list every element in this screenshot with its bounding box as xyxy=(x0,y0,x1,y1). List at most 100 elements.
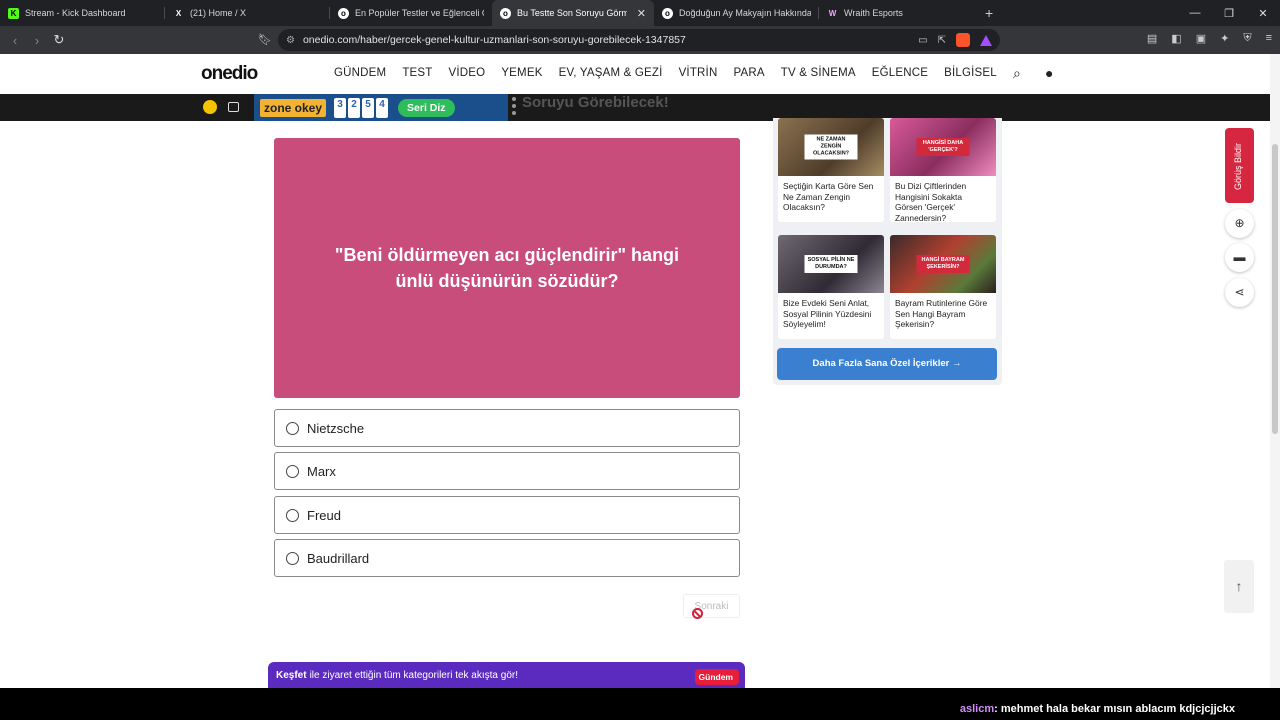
nav-item-video[interactable]: VİDEO xyxy=(449,67,486,79)
discover-bold: Keşfet xyxy=(276,669,307,681)
card-thumbnail: SOSYAL PİLİN NE DURUMDA? xyxy=(778,235,884,293)
close-tab-icon[interactable]: ✕ xyxy=(637,7,646,20)
tile: 5 xyxy=(362,97,375,118)
discover-bar[interactable]: Keşfet ile ziyaret ettiğin tüm kategoril… xyxy=(268,662,745,688)
thumbnail-caption: SOSYAL PİLİN NE DURUMDA? xyxy=(804,255,858,273)
feedback-tab[interactable]: Görüş Bildir xyxy=(1225,128,1254,203)
card-title: Bize Evdeki Seni Anlat, Sosyal Pilinin Y… xyxy=(783,298,872,329)
thumbnail-caption: HANGİSİ DAHA 'GERÇEK'? xyxy=(916,138,970,156)
recommendation-card[interactable]: SOSYAL PİLİN NE DURUMDA? Bize Evdeki Sen… xyxy=(778,235,884,339)
game-icon[interactable] xyxy=(228,102,239,112)
browser-tools: ▤ ◧ ▣ ✦ ⛨ ≡ xyxy=(1147,32,1272,45)
tab-title: Bu Testte Son Soruyu Görmek Ç xyxy=(517,8,627,18)
nav-item-vitrin[interactable]: VİTRİN xyxy=(679,67,718,79)
card-thumbnail: HANGİ BAYRAM ŞEKERİSİN? xyxy=(890,235,996,293)
ad-banner[interactable]: zone okey 3 2 5 4 Seri Diz xyxy=(254,94,508,121)
browser-tab[interactable]: o Doğduğun Ay Makyajın Hakkında İpu xyxy=(654,0,819,26)
nav-item-yemek[interactable]: YEMEK xyxy=(501,67,542,79)
reader-icon[interactable]: ▤ xyxy=(1147,32,1157,45)
radio-icon[interactable] xyxy=(286,551,299,565)
vpn-icon[interactable]: ⛨ xyxy=(1243,32,1251,45)
nav-item-ev-yasam-gezi[interactable]: EV, YAŞAM & GEZİ xyxy=(559,67,663,79)
recommendation-card[interactable]: NE ZAMAN ZENGİN OLACAKSIN? Seçtiğin Kart… xyxy=(778,118,884,222)
browser-tab[interactable]: W Wraith Esports xyxy=(819,0,979,26)
tab-title: (21) Home / X xyxy=(190,8,247,18)
wraith-icon: W xyxy=(828,8,837,18)
tile: 4 xyxy=(376,97,389,118)
bookmark-add-icon[interactable]: ⊕ xyxy=(1225,209,1254,238)
cast-icon[interactable]: ▭ xyxy=(918,35,927,46)
nav-item-test[interactable]: TEST xyxy=(402,67,432,79)
article-title-partial: Soruyu Görebilecek! xyxy=(522,94,669,111)
wallet-icon[interactable]: ▣ xyxy=(1196,32,1206,45)
answer-option[interactable]: Baudrillard xyxy=(274,539,740,577)
browser-tab-active[interactable]: o Bu Testte Son Soruyu Görmek Ç ✕ xyxy=(492,0,654,26)
site-info-icon[interactable]: ⚙ xyxy=(286,35,295,46)
thumbnail-caption: HANGİ BAYRAM ŞEKERİSİN? xyxy=(916,255,970,273)
browser-tab[interactable]: X (21) Home / X xyxy=(165,0,330,26)
radio-icon[interactable] xyxy=(286,421,299,435)
sidebar-icon[interactable]: ◧ xyxy=(1171,32,1181,45)
card-title: Bu Dizi Çiftlerinden Hangisini Sokakta G… xyxy=(895,181,967,222)
browser-tab[interactable]: K Stream - Kick Dashboard xyxy=(0,0,165,26)
url-bar[interactable]: ⚙ onedio.com/haber/gercek-genel-kultur-u… xyxy=(278,29,1000,51)
forward-icon[interactable]: › xyxy=(26,33,48,48)
gundem-badge[interactable]: Gündem xyxy=(694,669,739,685)
menu-icon[interactable]: ≡ xyxy=(1266,32,1272,45)
main-nav: GÜNDEM TEST VİDEO YEMEK EV, YAŞAM & GEZİ… xyxy=(334,67,997,79)
ad-more-icon[interactable] xyxy=(512,97,517,118)
scrollbar-thumb[interactable] xyxy=(1272,144,1278,434)
ad-brand: zone okey xyxy=(260,98,327,117)
answer-option[interactable]: Nietzsche xyxy=(274,409,740,447)
brave-rewards-icon[interactable] xyxy=(980,34,992,46)
nav-item-para[interactable]: PARA xyxy=(733,67,764,79)
new-tab-icon[interactable]: + xyxy=(985,5,993,21)
question-card: "Beni öldürmeyen acı güçlendirir" hangi … xyxy=(274,138,740,398)
radio-icon[interactable] xyxy=(286,464,299,478)
leo-icon[interactable]: ✦ xyxy=(1220,32,1229,45)
comments-icon[interactable]: ▬ xyxy=(1225,243,1254,272)
nav-item-tv-sinema[interactable]: TV & SİNEMA xyxy=(781,67,856,79)
more-content-button[interactable]: Daha Fazla Sana Özel İçerikler → xyxy=(777,348,997,380)
nav-item-eglence[interactable]: EĞLENCE xyxy=(872,67,928,79)
ad-cta-button[interactable]: Seri Diz xyxy=(398,98,455,117)
page-scrollbar[interactable] xyxy=(1270,54,1280,688)
sticky-ad-bar: zone okey 3 2 5 4 Seri Diz Soruyu Görebi… xyxy=(0,94,1270,121)
tile: 3 xyxy=(334,97,347,118)
brave-shields-icon[interactable] xyxy=(956,33,970,47)
nav-item-bilgisel[interactable]: BİLGİSEL xyxy=(944,67,997,79)
close-window-icon[interactable]: ✕ xyxy=(1246,7,1280,20)
user-icon[interactable]: ● xyxy=(1045,65,1053,81)
browser-tab-strip: K Stream - Kick Dashboard X (21) Home / … xyxy=(0,0,1280,26)
card-title: Bayram Rutinlerine Göre Sen Hangi Bayram… xyxy=(895,298,988,329)
option-label: Nietzsche xyxy=(307,420,365,436)
share-icon[interactable]: ⋖ xyxy=(1225,278,1254,307)
option-label: Baudrillard xyxy=(307,550,370,566)
url-text[interactable]: onedio.com/haber/gercek-genel-kultur-uzm… xyxy=(303,34,686,46)
back-icon[interactable]: ‹ xyxy=(4,33,26,48)
recommendation-card[interactable]: HANGİ BAYRAM ŞEKERİSİN? Bayram Rutinleri… xyxy=(890,235,996,339)
bookmark-icon[interactable]: 🔖︎ xyxy=(258,33,272,46)
share-icon[interactable]: ⇱ xyxy=(938,35,946,46)
answer-option[interactable]: Marx xyxy=(274,452,740,490)
restore-icon[interactable]: ❐ xyxy=(1212,7,1246,20)
thumbnail-caption: NE ZAMAN ZENGİN OLACAKSIN? xyxy=(804,134,858,160)
recommendation-card[interactable]: HANGİSİ DAHA 'GERÇEK'? Bu Dizi Çiftlerin… xyxy=(890,118,996,222)
answer-option[interactable]: Freud xyxy=(274,496,740,534)
onedio-icon: o xyxy=(338,7,349,19)
tab-title: Doğduğun Ay Makyajın Hakkında İpu xyxy=(679,8,811,18)
browser-tab[interactable]: o En Popüler Testler ve Eğlenceli Quizle xyxy=(330,0,492,26)
onedio-logo[interactable]: onedio xyxy=(201,63,258,85)
reload-icon[interactable]: ↻ xyxy=(48,32,70,48)
nav-item-gundem[interactable]: GÜNDEM xyxy=(334,67,386,79)
site-header: onedio GÜNDEM TEST VİDEO YEMEK EV, YAŞAM… xyxy=(0,54,1270,94)
minimize-icon[interactable]: — xyxy=(1178,7,1212,19)
emoji-icon[interactable] xyxy=(203,100,217,114)
radio-icon[interactable] xyxy=(286,508,299,522)
tab-title: Wraith Esports xyxy=(844,8,903,18)
scroll-to-top-button[interactable]: ↑ xyxy=(1224,560,1254,613)
search-icon[interactable]: ⌕ xyxy=(1013,65,1021,82)
card-thumbnail: NE ZAMAN ZENGİN OLACAKSIN? xyxy=(778,118,884,176)
x-icon: X xyxy=(175,8,182,18)
stream-chat-overlay: aslicm: mehmet hala bekar mısın ablacım … xyxy=(0,688,1280,720)
